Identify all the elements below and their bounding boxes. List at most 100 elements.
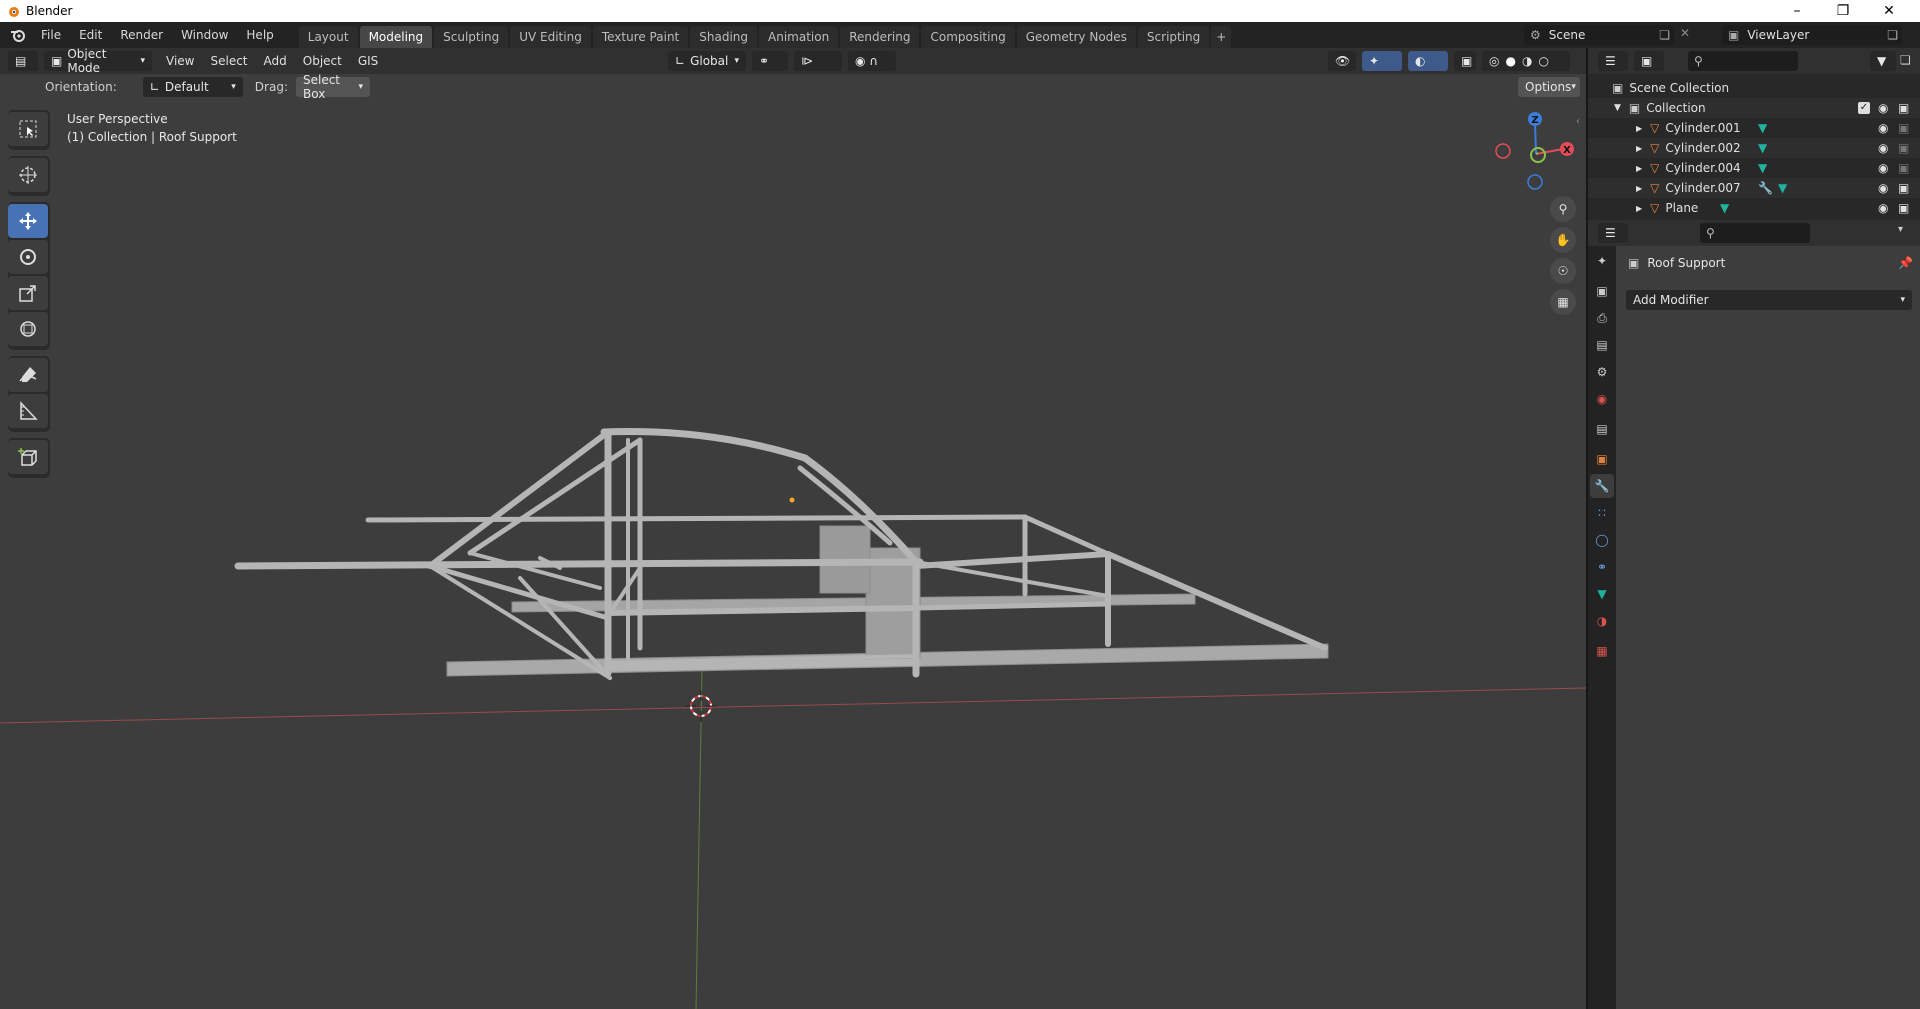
- material-tab[interactable]: ◑: [1590, 609, 1614, 633]
- expand-right-icon[interactable]: ▶: [1636, 164, 1642, 173]
- expand-right-icon[interactable]: ▶: [1636, 204, 1642, 213]
- mesh-data-icon[interactable]: ▼: [1758, 141, 1767, 155]
- measure-tool[interactable]: [8, 394, 48, 428]
- camera-render-icon[interactable]: ▣: [1898, 141, 1909, 155]
- tab-uv-editing[interactable]: UV Editing: [510, 26, 591, 48]
- tab-layout[interactable]: Layout: [298, 26, 358, 48]
- wrench-icon[interactable]: 🔧: [1758, 181, 1773, 195]
- properties-editor-type-button[interactable]: ☰: [1598, 223, 1628, 243]
- camera-render-icon[interactable]: ▣: [1898, 121, 1909, 135]
- tab-rendering[interactable]: Rendering: [840, 26, 920, 48]
- tab-texture-paint[interactable]: Texture Paint: [592, 26, 689, 48]
- tab-compositing[interactable]: Compositing: [921, 26, 1015, 48]
- tab-sculpting[interactable]: Sculpting: [434, 26, 509, 48]
- scene-tab[interactable]: ⚙: [1590, 360, 1614, 384]
- mesh-data-icon[interactable]: ▼: [1720, 201, 1729, 215]
- new-collection-icon[interactable]: ❏: [1900, 53, 1911, 67]
- camera-render-icon[interactable]: ▣: [1898, 201, 1909, 215]
- properties-search-input[interactable]: ⚲: [1700, 223, 1810, 243]
- restore-button[interactable]: ❐: [1820, 0, 1866, 22]
- 3d-viewport[interactable]: ▤ ▣ Object Mode ▾ View Select Add Object…: [0, 48, 1586, 1009]
- menu-file[interactable]: File: [32, 24, 70, 46]
- menu-help[interactable]: Help: [237, 24, 282, 46]
- blender-menu-icon[interactable]: [10, 28, 26, 42]
- copy-view-layer-icon[interactable]: ❏: [1887, 28, 1898, 42]
- outliner-search-input[interactable]: ⚲: [1688, 51, 1798, 71]
- display-mode-button[interactable]: ▣: [1634, 51, 1664, 71]
- camera-render-icon[interactable]: ▣: [1898, 181, 1909, 195]
- pan-hand-icon[interactable]: ✋: [1550, 227, 1576, 253]
- scene-selector[interactable]: ⚙ Scene ❏: [1524, 25, 1674, 45]
- outliner-collection[interactable]: ▼ ▣ Collection ✓ ◉ ▣: [1588, 98, 1920, 118]
- outliner-editor-type-button[interactable]: ☰: [1598, 51, 1628, 71]
- scale-tool[interactable]: [8, 276, 48, 310]
- select-box-tool[interactable]: [8, 112, 48, 146]
- gizmo-y-icon[interactable]: [1530, 147, 1546, 163]
- world-tab[interactable]: ◉: [1590, 387, 1614, 411]
- tool-tab[interactable]: ✦: [1590, 249, 1614, 273]
- modifier-tab[interactable]: 🔧: [1590, 474, 1614, 498]
- expand-right-icon[interactable]: ▶: [1636, 184, 1642, 193]
- copy-scene-icon[interactable]: ❏: [1659, 28, 1670, 42]
- outliner-object-row[interactable]: ▶ ▽ Cylinder.001 ▼ ◉ ▣: [1588, 118, 1920, 138]
- camera-render-icon[interactable]: ▣: [1898, 161, 1909, 175]
- mesh-data-icon[interactable]: ▼: [1758, 161, 1767, 175]
- eye-icon[interactable]: ◉: [1878, 181, 1888, 195]
- tab-modeling[interactable]: Modeling: [359, 26, 433, 48]
- constraints-tab[interactable]: ⚭: [1590, 555, 1614, 579]
- menu-render[interactable]: Render: [111, 24, 172, 46]
- menu-edit[interactable]: Edit: [70, 24, 111, 46]
- eye-icon[interactable]: ◉: [1878, 201, 1888, 215]
- exclude-checkbox[interactable]: ✓: [1858, 102, 1870, 114]
- outliner-object-row[interactable]: ▶ ▽ Cylinder.002 ▼ ◉ ▣: [1588, 138, 1920, 158]
- object-tab[interactable]: ▣: [1590, 447, 1614, 471]
- collection-tab[interactable]: ▤: [1590, 417, 1614, 441]
- scene-canvas[interactable]: Z X: [0, 48, 1586, 1009]
- transform-tool[interactable]: [8, 312, 48, 346]
- particles-tab[interactable]: ∷: [1590, 501, 1614, 525]
- grid-perspective-icon[interactable]: ▦: [1550, 289, 1576, 315]
- navigation-gizmo[interactable]: Z X: [1495, 112, 1574, 190]
- render-tab[interactable]: ▣: [1590, 279, 1614, 303]
- physics-tab[interactable]: ◯: [1590, 528, 1614, 552]
- add-workspace-button[interactable]: +: [1211, 26, 1232, 48]
- expand-right-icon[interactable]: ▶: [1636, 124, 1642, 133]
- add-modifier-dropdown[interactable]: Add Modifier ▾: [1626, 290, 1912, 310]
- eye-icon[interactable]: ◉: [1878, 141, 1888, 155]
- tab-shading[interactable]: Shading: [690, 26, 757, 48]
- delete-scene-icon[interactable]: ✕: [1680, 26, 1690, 40]
- gizmo-neg-z-icon[interactable]: [1527, 174, 1543, 190]
- mesh-data-icon[interactable]: ▼: [1778, 181, 1787, 195]
- rotate-tool[interactable]: [8, 240, 48, 274]
- pin-icon[interactable]: 📌: [1898, 256, 1913, 270]
- data-tab[interactable]: ▼: [1590, 582, 1614, 606]
- eye-icon[interactable]: ◉: [1878, 101, 1888, 115]
- tab-animation[interactable]: Animation: [759, 26, 839, 48]
- add-cube-tool[interactable]: [8, 440, 48, 474]
- move-tool[interactable]: [8, 204, 48, 238]
- annotate-tool[interactable]: [8, 358, 48, 392]
- outliner-object-row[interactable]: ▶ ▽ Cylinder.004 ▼ ◉ ▣: [1588, 158, 1920, 178]
- outliner-object-row[interactable]: ▶ ▽ Plane ▼ ◉ ▣: [1588, 198, 1920, 218]
- cursor-tool[interactable]: [8, 158, 48, 192]
- chevron-down-icon[interactable]: ▾: [1898, 224, 1903, 235]
- mesh-data-icon[interactable]: ▼: [1758, 121, 1767, 135]
- gizmo-neg-x-icon[interactable]: [1495, 143, 1511, 159]
- sidebar-toggle-icon[interactable]: ‹: [1576, 116, 1580, 127]
- view-layer-tab[interactable]: ▤: [1590, 333, 1614, 357]
- eye-icon[interactable]: ◉: [1878, 161, 1888, 175]
- eye-icon[interactable]: ◉: [1878, 121, 1888, 135]
- output-tab[interactable]: ⎙: [1590, 306, 1614, 330]
- expand-down-icon[interactable]: ▼: [1614, 103, 1621, 113]
- texture-tab[interactable]: ▦: [1590, 639, 1614, 663]
- tab-scripting[interactable]: Scripting: [1137, 26, 1210, 48]
- filter-button[interactable]: ▼: [1870, 51, 1896, 71]
- outliner-object-row[interactable]: ▶ ▽ Cylinder.007 🔧 ▼ ◉ ▣: [1588, 178, 1920, 198]
- outliner-scene-collection[interactable]: ▣ Scene Collection: [1588, 78, 1920, 98]
- view-layer-selector[interactable]: ▣ ViewLayer ❏: [1722, 25, 1902, 45]
- close-window-button[interactable]: ✕: [1866, 0, 1912, 22]
- minimize-button[interactable]: –: [1774, 0, 1820, 22]
- camera-icon[interactable]: ☉: [1550, 258, 1576, 284]
- roof-support-model[interactable]: [234, 428, 1329, 680]
- camera-render-icon[interactable]: ▣: [1898, 101, 1909, 115]
